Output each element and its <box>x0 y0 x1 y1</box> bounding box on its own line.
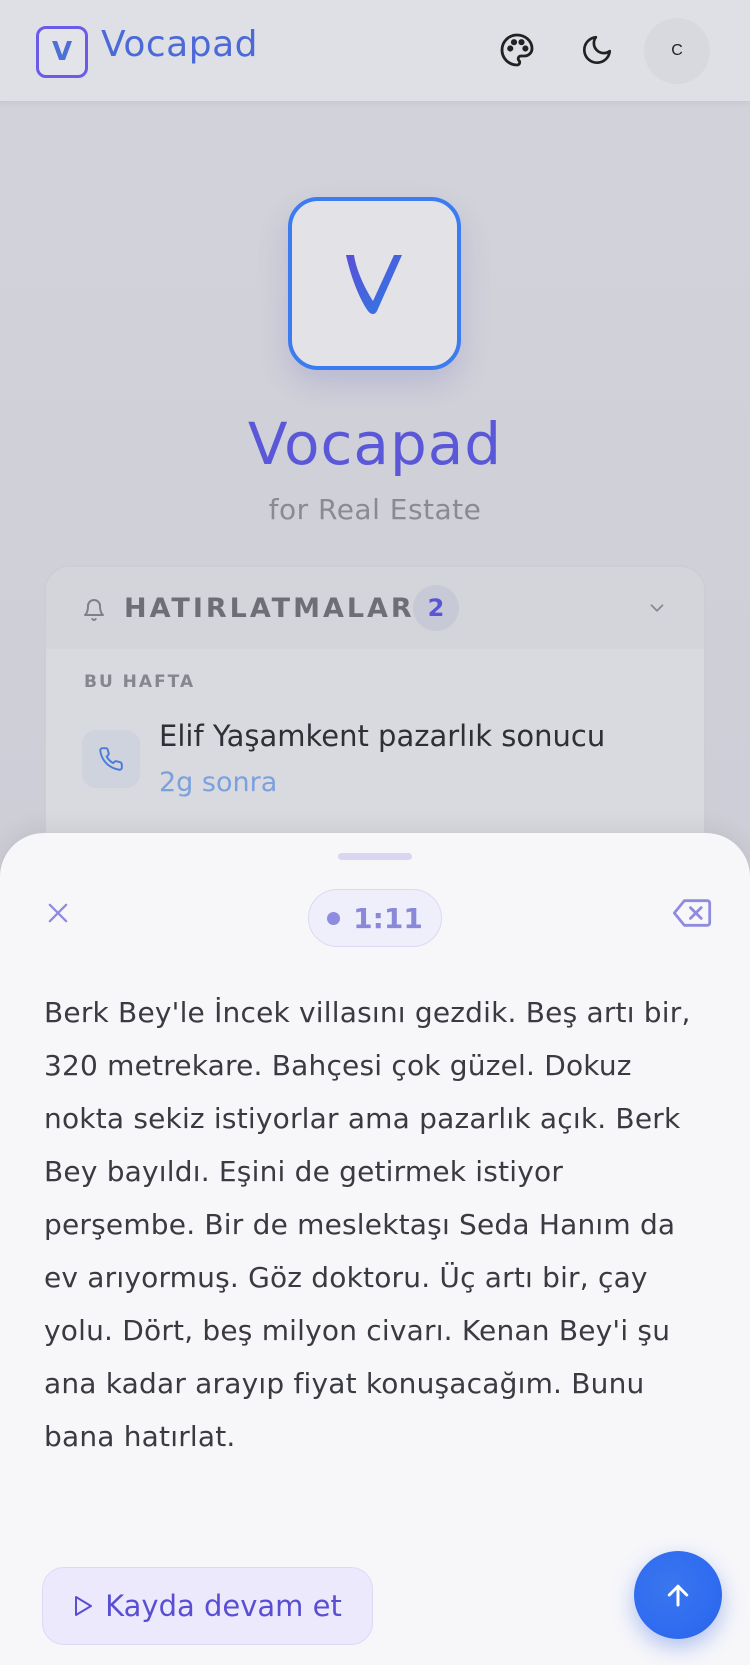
recording-sheet: 1:11 Berk Bey'le İncek villasını gezdik.… <box>0 833 750 1665</box>
reminders-title: HATIRLATMALAR <box>124 593 415 624</box>
chevron-down-icon[interactable] <box>646 597 668 619</box>
play-icon <box>75 1596 93 1616</box>
timer-text: 1:11 <box>353 901 423 935</box>
hero-title: Vocapad <box>247 410 503 478</box>
dark-mode-button[interactable] <box>571 24 623 76</box>
theme-palette-button[interactable] <box>491 24 543 76</box>
user-avatar[interactable]: C <box>644 18 710 84</box>
reminder-title[interactable]: Elif Yaşamkent pazarlık sonucu <box>159 719 605 753</box>
phone-icon <box>99 747 123 771</box>
reminders-count-badge: 2 <box>413 585 459 631</box>
hero-subtitle: for Real Estate <box>268 493 482 526</box>
moon-icon <box>583 35 612 64</box>
transcript-text[interactable]: Berk Bey'le İncek villasını gezdik. Beş … <box>44 986 704 1463</box>
continue-recording-button[interactable]: Kayda devam et <box>42 1567 373 1645</box>
palette-icon <box>500 33 534 67</box>
logo-letter: V <box>51 37 73 67</box>
continue-recording-label: Kayda devam et <box>105 1589 342 1623</box>
app-icon-large <box>288 197 461 370</box>
reminder-due-time: 2g sonra <box>159 767 278 798</box>
vocapad-v-logo-icon <box>345 254 402 314</box>
reminder-type-icon <box>82 730 140 788</box>
recording-dot <box>327 911 341 925</box>
close-button[interactable] <box>40 895 76 931</box>
send-button[interactable] <box>634 1551 722 1639</box>
delete-button[interactable] <box>672 897 712 929</box>
app-logo[interactable]: V <box>36 26 88 78</box>
arrow-up-icon <box>667 1584 689 1607</box>
section-label-this-week: BU HAFTA <box>84 672 196 692</box>
sheet-drag-handle[interactable] <box>338 853 412 860</box>
close-icon <box>48 903 68 923</box>
brand-name[interactable]: Vocapad <box>101 24 258 65</box>
backspace-icon <box>672 899 712 927</box>
bell-icon <box>84 599 104 621</box>
reminders-header[interactable]: HATIRLATMALAR 2 <box>46 567 704 649</box>
recording-timer: 1:11 <box>308 889 442 947</box>
top-bar: V Vocapad C <box>0 0 750 102</box>
